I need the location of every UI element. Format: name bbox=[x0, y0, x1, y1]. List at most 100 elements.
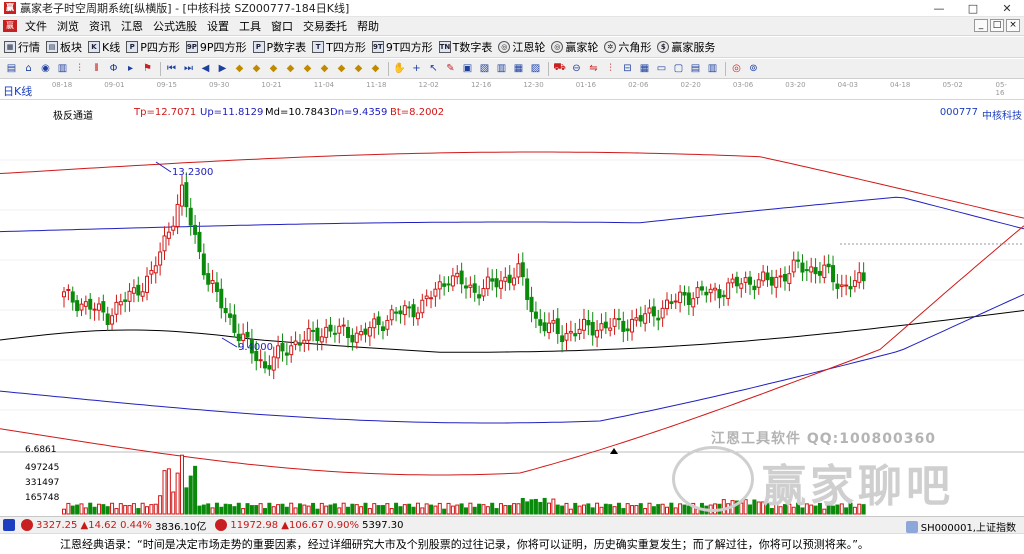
toolbar-button-11[interactable]: ✲ 六角形 bbox=[604, 39, 651, 55]
left-icon[interactable]: ◀ bbox=[198, 62, 213, 76]
candle-body bbox=[437, 281, 442, 290]
cycle-icon[interactable]: ◉ bbox=[38, 62, 53, 76]
toolbar-button-5[interactable]: P P数字表 bbox=[252, 39, 306, 55]
volume-bar bbox=[647, 502, 652, 515]
next-icon[interactable]: ⏭ bbox=[181, 62, 196, 76]
menu-settings[interactable]: 设置 bbox=[202, 18, 234, 34]
candle-body bbox=[769, 276, 774, 286]
mdi-minimize-button[interactable]: _ bbox=[974, 19, 988, 32]
kline-chart-panel[interactable]: 日K线 08-18 09-01 09-15 09-30 10-21 11-04 11-18 1… bbox=[0, 80, 1024, 516]
zoom-out-icon[interactable]: ⊖ bbox=[569, 62, 584, 76]
toolbar-button-3[interactable]: P P四方形 bbox=[126, 39, 180, 55]
menu-trade[interactable]: 交易委托 bbox=[298, 18, 352, 34]
candle-body bbox=[796, 259, 801, 262]
window-icon[interactable]: ▢ bbox=[671, 62, 686, 76]
period-label[interactable]: 日K线 bbox=[3, 83, 32, 99]
menu-window[interactable]: 窗口 bbox=[266, 18, 298, 34]
volume-bar bbox=[586, 503, 591, 515]
toolbar-button-2[interactable]: K K线 bbox=[88, 39, 120, 55]
minimize-button[interactable]: — bbox=[922, 0, 956, 17]
crosshair-icon[interactable]: + bbox=[409, 62, 424, 76]
toolbar-button-8[interactable]: TN T数字表 bbox=[438, 39, 492, 55]
diamond6-icon[interactable]: ◆ bbox=[317, 62, 332, 76]
book-icon[interactable]: ▥ bbox=[494, 62, 509, 76]
volume-bar bbox=[656, 504, 661, 515]
menu-gann[interactable]: 江恩 bbox=[116, 18, 148, 34]
volume-bar bbox=[485, 506, 490, 515]
arrow-icon[interactable]: ▸ bbox=[123, 62, 138, 76]
toolbar-button-4[interactable]: 9P 9P四方形 bbox=[185, 39, 247, 55]
first-icon[interactable]: ⏮ bbox=[164, 62, 179, 76]
tile-icon[interactable]: ▤ bbox=[688, 62, 703, 76]
menu-tools[interactable]: 工具 bbox=[234, 18, 266, 34]
diamond4-icon[interactable]: ◆ bbox=[283, 62, 298, 76]
mdi-restore-button[interactable]: □ bbox=[990, 19, 1004, 32]
menu-browse[interactable]: 浏览 bbox=[52, 18, 84, 34]
bars-icon[interactable]: ⫴ bbox=[89, 62, 104, 76]
menu-info[interactable]: 资讯 bbox=[84, 18, 116, 34]
volume-bar bbox=[367, 508, 372, 515]
note-icon[interactable]: ▣ bbox=[460, 62, 475, 76]
image-icon[interactable]: ▧ bbox=[477, 62, 492, 76]
p-square-icon: P bbox=[126, 41, 139, 53]
globe-icon[interactable]: ⊚ bbox=[746, 62, 761, 76]
toolbar-button-10[interactable]: ◎ 赢家轮 bbox=[551, 39, 598, 55]
truck-icon[interactable]: ⛟ bbox=[552, 62, 567, 76]
kline-small-icon[interactable]: ⫶ bbox=[603, 62, 618, 76]
pen-icon[interactable]: ✎ bbox=[443, 62, 458, 76]
volume-bar bbox=[616, 502, 621, 515]
layout-icon[interactable]: ▤ bbox=[4, 62, 19, 76]
mdi-close-button[interactable]: × bbox=[1006, 19, 1020, 32]
diamond1-icon[interactable]: ◆ bbox=[232, 62, 247, 76]
table-icon[interactable]: ▦ bbox=[511, 62, 526, 76]
candle-body bbox=[817, 270, 822, 276]
candle-body bbox=[328, 324, 333, 332]
volume-bar bbox=[621, 508, 626, 515]
toolbar-button-1[interactable]: ▤ 板块 bbox=[46, 39, 82, 55]
toolbar-button-0[interactable]: ▦ 行情 bbox=[4, 39, 40, 55]
diamond2-icon[interactable]: ◆ bbox=[249, 62, 264, 76]
measure-icon[interactable]: ⊟ bbox=[620, 62, 635, 76]
candle-body bbox=[385, 319, 390, 330]
close-button[interactable]: ✕ bbox=[990, 0, 1024, 17]
right-icon[interactable]: ▶ bbox=[215, 62, 230, 76]
diamond7-icon[interactable]: ◆ bbox=[334, 62, 349, 76]
diamond3-icon[interactable]: ◆ bbox=[266, 62, 281, 76]
sz-index-pct: 0.90% bbox=[327, 519, 359, 531]
list-icon[interactable]: ▥ bbox=[55, 62, 70, 76]
flag-icon[interactable]: ⚑ bbox=[140, 62, 155, 76]
target-icon[interactable]: ◎ bbox=[729, 62, 744, 76]
monitor-icon[interactable]: ▭ bbox=[654, 62, 669, 76]
index-switch-icon bbox=[905, 520, 918, 533]
chart-icon[interactable]: ▨ bbox=[528, 62, 543, 76]
menu-help[interactable]: 帮助 bbox=[352, 18, 384, 34]
candle-icon[interactable]: ⫶ bbox=[72, 62, 87, 76]
toolbar-button-7[interactable]: 9T 9T四方形 bbox=[371, 39, 433, 55]
menu-formula[interactable]: 公式选股 bbox=[148, 18, 202, 34]
diamond8-icon[interactable]: ◆ bbox=[351, 62, 366, 76]
cursor-icon[interactable]: ↖ bbox=[426, 62, 441, 76]
grid2-icon[interactable]: ▦ bbox=[637, 62, 652, 76]
volume-bar bbox=[459, 503, 464, 515]
sh-index-segment[interactable]: 3327.25 ▲14.62 0.44% 3836.10亿 bbox=[0, 518, 206, 533]
diamond5-icon[interactable]: ◆ bbox=[300, 62, 315, 76]
menu-app-icon[interactable]: 赢 bbox=[3, 20, 17, 32]
status-right[interactable]: SH000001,上证指数 bbox=[903, 519, 1016, 534]
diamond9-icon[interactable]: ◆ bbox=[368, 62, 383, 76]
maximize-button[interactable]: □ bbox=[956, 0, 990, 17]
volume-bar bbox=[258, 503, 263, 515]
candle-body bbox=[284, 352, 289, 356]
toolbar-button-9[interactable]: ◎ 江恩轮 bbox=[498, 39, 545, 55]
menu-file[interactable]: 文件 bbox=[20, 18, 52, 34]
line-type-icon[interactable]: Φ bbox=[106, 62, 121, 76]
toolbar-button-12[interactable]: $ 赢家服务 bbox=[657, 39, 715, 55]
column-icon[interactable]: ▥ bbox=[705, 62, 720, 76]
sz-index-segment[interactable]: 11972.98 ▲106.67 0.90% 5397.30 bbox=[212, 519, 404, 531]
hand-icon[interactable]: ✋ bbox=[392, 62, 407, 76]
volume-bar bbox=[686, 505, 691, 515]
bell-icon[interactable]: ⌂ bbox=[21, 62, 36, 76]
volume-bar bbox=[297, 503, 302, 515]
toolbar-button-6[interactable]: T T四方形 bbox=[312, 39, 366, 55]
compare-icon[interactable]: ⇋ bbox=[586, 62, 601, 76]
volume-bar bbox=[573, 502, 578, 515]
